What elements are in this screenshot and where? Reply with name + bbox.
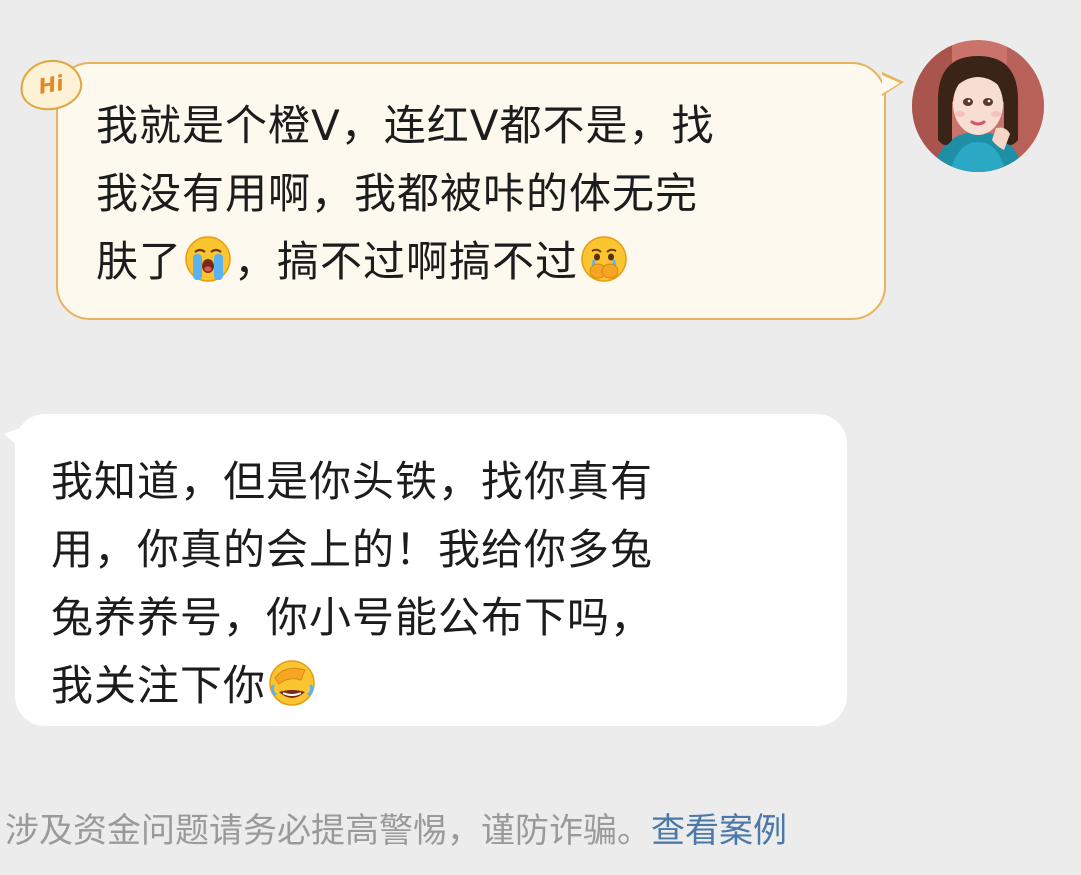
message-line: 我知道，但是你头铁，找你真有	[51, 457, 654, 506]
message-line: 肤了	[96, 237, 183, 286]
hand-over-mouth-crying-emoji	[581, 236, 627, 282]
laughing-face-palm-emoji	[269, 660, 315, 706]
avatar-portrait-icon	[912, 40, 1044, 172]
incoming-message-bubble[interactable]: 我知道，但是你头铁，找你真有 用，你真的会上的！我给你多兔 兔养养号，你小号能公…	[4, 414, 847, 726]
message-line: 用，你真的会上的！我给你多兔	[51, 525, 654, 574]
hi-badge-label: Hi	[36, 71, 66, 99]
message-line: 我没有用啊，我都被咔的体无完	[96, 169, 699, 218]
bubble-tail-inner	[882, 75, 900, 94]
message-line: ，搞不过啊搞不过	[234, 237, 579, 286]
bubble-tail	[4, 428, 20, 448]
message-line: 兔养养号，你小号能公布下吗，	[51, 593, 654, 642]
notice-text: 涉及资金问题请务必提高警惕，谨防诈骗。	[5, 811, 651, 851]
view-cases-link[interactable]: 查看案例	[651, 811, 787, 851]
outgoing-message-bubble[interactable]: 我就是个橙V，连红V都不是，找 我没有用啊，我都被咔的体无完 肤了 ，搞不过啊搞…	[56, 62, 904, 320]
loudly-crying-emoji	[185, 236, 231, 282]
message-line: 我就是个橙V，连红V都不是，找	[96, 101, 715, 150]
message-line: 我关注下你	[51, 661, 267, 710]
outgoing-message-text: 我就是个橙V，连红V都不是，找 我没有用啊，我都被咔的体无完 肤了 ，搞不过啊搞…	[96, 92, 854, 296]
anti-fraud-notice: 涉及资金问题请务必提高警惕，谨防诈骗。查看案例	[5, 806, 787, 856]
incoming-message-text: 我知道，但是你头铁，找你真有 用，你真的会上的！我给你多兔 兔养养号，你小号能公…	[51, 448, 817, 720]
avatar[interactable]	[912, 40, 1044, 172]
